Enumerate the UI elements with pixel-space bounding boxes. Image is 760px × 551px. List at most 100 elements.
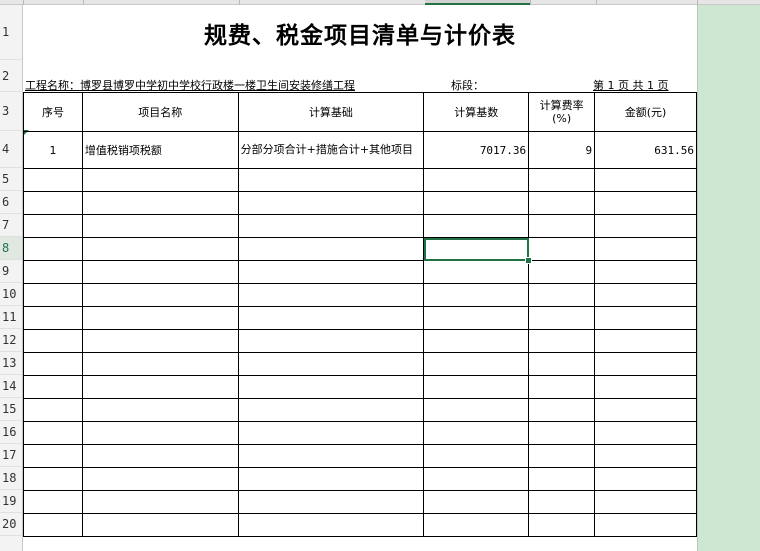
empty-cell[interactable] xyxy=(237,513,425,537)
empty-cell[interactable] xyxy=(594,513,697,537)
empty-cell[interactable] xyxy=(528,398,596,422)
row-number[interactable]: 11 xyxy=(0,306,22,329)
row-number[interactable]: 3 xyxy=(0,92,22,131)
empty-cell[interactable] xyxy=(423,375,530,399)
row-number[interactable]: 13 xyxy=(0,352,22,375)
empty-cell[interactable] xyxy=(594,375,697,399)
empty-cell[interactable] xyxy=(528,467,596,491)
empty-cell[interactable] xyxy=(81,214,239,238)
empty-cell[interactable] xyxy=(528,283,596,307)
header-cell-no[interactable]: 序号 xyxy=(23,92,83,132)
cell-amount[interactable]: 631.56 xyxy=(594,131,697,169)
header-cell-rate[interactable]: 计算费率(%) xyxy=(528,92,596,132)
empty-cell[interactable] xyxy=(423,352,530,376)
empty-cell[interactable] xyxy=(23,467,83,491)
empty-cell[interactable] xyxy=(594,421,697,445)
empty-cell[interactable] xyxy=(81,421,239,445)
fill-handle[interactable] xyxy=(524,256,532,264)
empty-cell[interactable] xyxy=(81,329,239,353)
empty-cell[interactable] xyxy=(81,306,239,330)
empty-cell[interactable] xyxy=(594,490,697,514)
empty-cell[interactable] xyxy=(528,306,596,330)
empty-cell[interactable] xyxy=(81,168,239,192)
header-cell-amount[interactable]: 金额(元) xyxy=(594,92,697,132)
empty-cell[interactable] xyxy=(528,191,596,215)
empty-cell[interactable] xyxy=(237,168,425,192)
empty-cell[interactable] xyxy=(237,352,425,376)
empty-cell[interactable] xyxy=(81,375,239,399)
row-number[interactable]: 12 xyxy=(0,329,22,352)
empty-cell[interactable] xyxy=(81,283,239,307)
empty-cell[interactable] xyxy=(237,329,425,353)
empty-cell[interactable] xyxy=(594,237,697,261)
empty-cell[interactable] xyxy=(594,444,697,468)
row-number[interactable]: 18 xyxy=(0,467,22,490)
empty-cell[interactable] xyxy=(23,283,83,307)
row-number[interactable]: 10 xyxy=(0,283,22,306)
row-header-bar[interactable]: 1 2 3 4 5 6 7 8 9 10 11 12 13 14 15 16 17 18 19 20 xyxy=(0,5,23,551)
empty-cell[interactable] xyxy=(237,283,425,307)
empty-cell[interactable] xyxy=(423,283,530,307)
empty-cell[interactable] xyxy=(237,214,425,238)
empty-cell[interactable] xyxy=(81,260,239,284)
empty-cell[interactable] xyxy=(594,398,697,422)
empty-cell[interactable] xyxy=(594,214,697,238)
row-number[interactable]: 5 xyxy=(0,168,22,191)
row-number[interactable]: 20 xyxy=(0,513,22,536)
empty-cell[interactable] xyxy=(423,490,530,514)
empty-cell[interactable] xyxy=(23,260,83,284)
empty-cell[interactable] xyxy=(81,444,239,468)
empty-cell[interactable] xyxy=(81,513,239,537)
cell-base[interactable]: 7017.36 xyxy=(423,131,530,169)
empty-cell[interactable] xyxy=(237,237,425,261)
empty-cell[interactable] xyxy=(423,467,530,491)
empty-cell[interactable] xyxy=(23,329,83,353)
empty-cell[interactable] xyxy=(23,237,83,261)
empty-cell[interactable] xyxy=(423,214,530,238)
empty-cell[interactable] xyxy=(528,237,596,261)
empty-cell[interactable] xyxy=(81,467,239,491)
empty-cell[interactable] xyxy=(23,306,83,330)
empty-cell[interactable] xyxy=(594,260,697,284)
empty-cell[interactable] xyxy=(81,490,239,514)
header-cell-name[interactable]: 项目名称 xyxy=(81,92,239,132)
empty-cell[interactable] xyxy=(237,421,425,445)
row-number[interactable]: 16 xyxy=(0,421,22,444)
empty-cell[interactable] xyxy=(23,375,83,399)
cell-no[interactable]: 1 xyxy=(23,131,83,169)
row-number[interactable]: 6 xyxy=(0,191,22,214)
cell-basis[interactable]: 分部分项合计+措施合计+其他项目 xyxy=(237,131,425,169)
empty-cell[interactable] xyxy=(423,260,530,284)
empty-cell[interactable] xyxy=(23,398,83,422)
empty-cell[interactable] xyxy=(423,191,530,215)
empty-cell[interactable] xyxy=(528,490,596,514)
row-number[interactable]: 7 xyxy=(0,214,22,237)
empty-cell[interactable] xyxy=(81,352,239,376)
empty-cell[interactable] xyxy=(23,214,83,238)
empty-cell[interactable] xyxy=(594,352,697,376)
cell-rate[interactable]: 9 xyxy=(528,131,596,169)
header-cell-basis[interactable]: 计算基础 xyxy=(237,92,425,132)
empty-cell[interactable] xyxy=(594,191,697,215)
row-number[interactable]: 8 xyxy=(0,237,22,260)
empty-cell[interactable] xyxy=(594,168,697,192)
row-number[interactable]: 14 xyxy=(0,375,22,398)
empty-cell[interactable] xyxy=(81,191,239,215)
empty-cell[interactable] xyxy=(81,237,239,261)
empty-cell[interactable] xyxy=(237,191,425,215)
empty-cell[interactable] xyxy=(528,260,596,284)
empty-cell[interactable] xyxy=(528,375,596,399)
row-number[interactable]: 4 xyxy=(0,131,22,168)
spreadsheet-area[interactable]: 规费、税金项目清单与计价表 工程名称：博罗县博罗中学初中学校行政楼一楼卫生间安装… xyxy=(23,5,697,551)
active-cell[interactable] xyxy=(423,237,530,261)
empty-cell[interactable] xyxy=(423,513,530,537)
row-number[interactable]: 17 xyxy=(0,444,22,467)
empty-cell[interactable] xyxy=(528,168,596,192)
empty-cell[interactable] xyxy=(528,329,596,353)
row-number[interactable]: 19 xyxy=(0,490,22,513)
row-number[interactable]: 2 xyxy=(0,60,22,92)
empty-cell[interactable] xyxy=(237,444,425,468)
empty-cell[interactable] xyxy=(423,421,530,445)
empty-cell[interactable] xyxy=(528,421,596,445)
row-number[interactable]: 15 xyxy=(0,398,22,421)
